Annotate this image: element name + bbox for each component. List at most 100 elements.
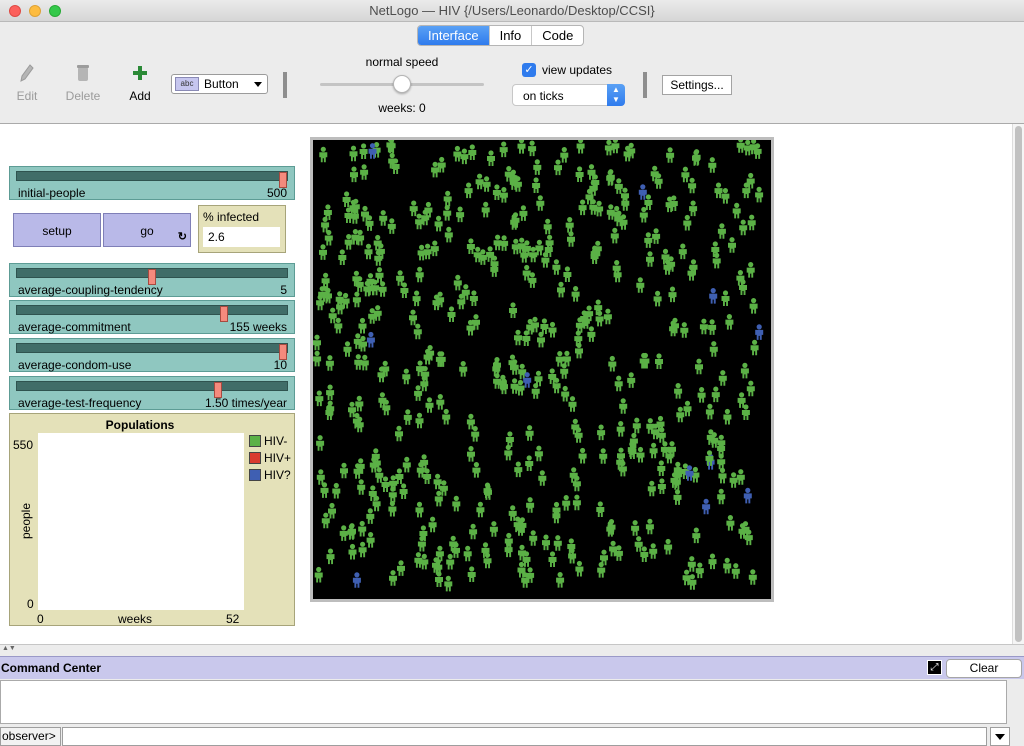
person-turtle [561,385,570,402]
person-turtle [413,323,422,340]
delete-button[interactable]: Delete [63,64,103,103]
person-turtle [683,214,692,231]
person-turtle [517,140,526,154]
tab-info[interactable]: Info [490,26,533,45]
scrollbar-thumb[interactable] [1015,126,1022,642]
stepper-arrows-icon: ▲ ▼ [607,84,625,106]
person-turtle [378,281,387,297]
populations-plot: Populations 550 0 0 52 weeks people HIV-… [9,413,295,626]
slider-handle[interactable] [220,306,229,322]
monitor-value: 2.6 [203,227,280,247]
person-turtle [467,446,475,462]
edit-button[interactable]: Edit [7,64,47,103]
command-input[interactable] [62,727,987,746]
x-axis-max: 52 [226,612,240,626]
button-widget-icon: abc [175,77,199,91]
person-turtle [409,309,417,326]
person-turtle [746,262,755,278]
person-turtle [575,560,584,577]
person-turtle [328,502,336,519]
person-turtle [740,362,749,379]
person-turtle [472,462,481,478]
delete-label: Delete [65,89,101,103]
clear-button[interactable]: Clear [946,659,1022,678]
update-mode-select[interactable]: on ticks ▲ ▼ [512,84,625,106]
person-turtle [414,552,423,568]
agent-type-selector[interactable]: observer> [0,727,61,746]
speed-slider-thumb[interactable] [393,75,411,93]
person-turtle [562,495,571,511]
person-turtle [705,403,714,420]
person-turtle [721,188,730,204]
person-turtle [349,145,358,162]
initial-people-slider[interactable]: initial-people 500 [9,166,295,200]
person-turtle [395,425,403,442]
person-turtle [467,566,476,582]
person-turtle [459,361,468,377]
average-test-frequency-slider[interactable]: average-test-frequency 1.50 times/year [9,376,295,410]
person-turtle [464,182,473,199]
person-turtle [443,190,452,207]
view-updates-checkbox[interactable]: ✓ [522,63,536,77]
legend-label: HIV? [264,468,291,482]
go-button[interactable]: go ↻ [103,213,191,247]
person-turtle [627,372,636,388]
y-axis-max: 550 [13,438,34,452]
person-turtle [478,249,487,265]
person-turtle [526,497,535,513]
average-condom-use-slider[interactable]: average-condom-use 10 [9,338,295,372]
person-turtle [534,445,543,462]
person-turtle [504,444,513,461]
slider-track[interactable] [16,171,288,188]
person-turtle [657,478,666,494]
world-canvas[interactable] [313,140,771,599]
person-turtle [560,147,569,163]
split-pane-divider[interactable]: ▲▼ [0,644,1024,656]
vertical-scrollbar[interactable] [1012,124,1024,644]
setup-button[interactable]: setup [13,213,101,247]
person-turtle [357,479,366,495]
person-turtle [358,520,367,537]
plot-title: Populations [105,418,175,432]
person-turtle [718,370,727,386]
command-history-dropdown[interactable] [990,727,1010,746]
person-turtle [680,322,689,338]
person-turtle [708,157,717,173]
person-turtle [334,317,343,334]
person-turtle [358,317,367,334]
world-view[interactable] [310,137,774,602]
settings-button[interactable]: Settings... [662,75,732,95]
person-turtle [567,231,575,247]
average-commitment-slider[interactable]: average-commitment 155 weeks [9,300,295,334]
widget-type-select[interactable]: abc Button [171,74,268,94]
slider-track[interactable] [16,305,288,322]
person-turtle [379,210,388,226]
person-turtle [499,187,508,203]
person-turtle [319,146,328,163]
tab-interface[interactable]: Interface [418,26,490,45]
tab-code[interactable]: Code [532,26,583,45]
person-turtle [538,470,547,486]
person-turtle [553,535,562,551]
slider-track[interactable] [16,381,288,398]
person-turtle [402,368,411,385]
person-turtle [657,460,666,476]
expand-icon[interactable]: ⤢ [927,660,942,675]
person-turtle [434,215,443,232]
person-turtle [414,385,423,401]
person-turtle [504,541,513,558]
split-arrows-icon[interactable]: ▲▼ [2,645,16,652]
slider-value: 1.50 times/year [204,396,287,410]
person-turtle [415,501,424,518]
person-turtle [721,290,730,306]
person-turtle [695,562,704,579]
slider-track[interactable] [16,343,288,360]
person-turtle [446,553,455,570]
slider-track[interactable] [16,268,288,285]
person-turtle [489,521,498,537]
person-turtle [315,390,324,407]
person-turtle [687,556,696,572]
add-button[interactable]: Add [120,64,160,103]
person-turtle [463,545,472,562]
average-coupling-tendency-slider[interactable]: average-coupling-tendency 5 [9,263,295,297]
